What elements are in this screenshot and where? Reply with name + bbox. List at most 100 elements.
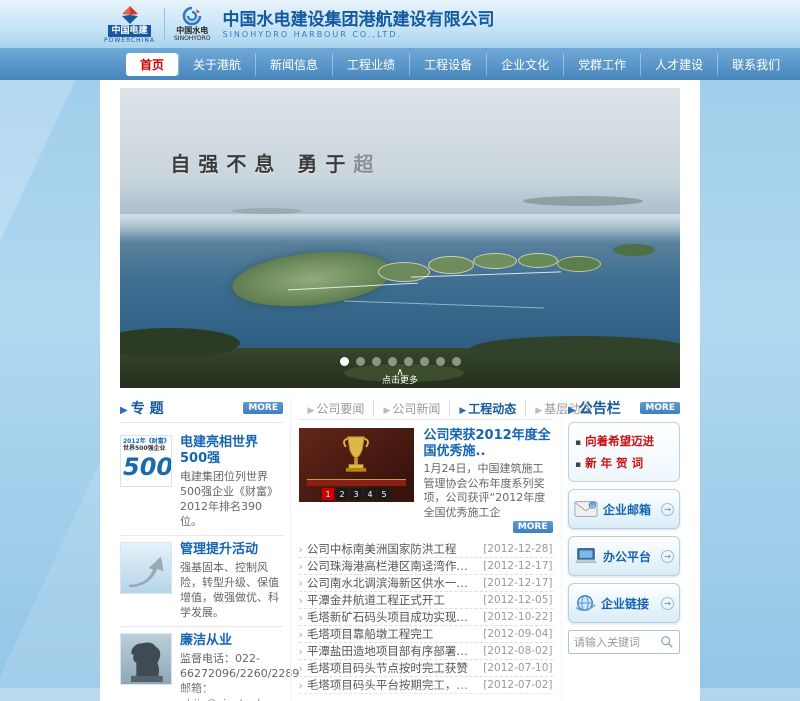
content-card: 自强不息 勇于超 ∧ 点击更多 ▶专 题 MORE 2012年《财富》 世界50… [100,80,700,701]
topics-header: ▶专 题 [120,398,164,418]
featured-more-button[interactable]: MORE [513,521,553,533]
bullet-icon: › [299,594,303,607]
news-item-title: 平潭金井航道工程正式开工 [307,592,477,608]
trophy-plaque [307,479,406,486]
marker-icon: ▶ [535,406,542,416]
pager-number[interactable]: 5 [378,488,390,500]
topic-title[interactable]: 管理提升活动 [180,542,283,558]
topic-title[interactable]: 廉洁从业 [180,633,283,649]
news-tabs: ▶公司要闻 ▶公司新闻 ▶工程动态 ▶基层动态 [299,398,553,420]
news-item[interactable]: › 平潭金井航道工程正式开工 [2012-12-05] [299,592,553,609]
search-input[interactable] [574,636,660,649]
news-tab[interactable]: ▶工程动态 [449,400,525,417]
pager-number[interactable]: 2 [336,488,348,500]
nav-item[interactable]: 首页 [126,53,178,76]
topic-text: 电建集团位列世界500强企业《财富》2012年排名390位。 [180,469,283,529]
topic-thumb-500[interactable]: 2012年《财富》 世界500强企业 500 [120,435,172,487]
columns-section: ▶专 题 MORE 2012年《财富》 世界500强企业 500 电建亮相世界5… [120,398,680,701]
banner-island [518,253,558,268]
banner-island [557,256,601,272]
news-item[interactable]: › 毛塔新矿石码头项目成功实现首次靠船卸货作.. [2012-10-22] [299,609,553,626]
announcement-header: ▶公告栏 [568,398,621,418]
divider [120,422,283,423]
featured-pager: 12345 [322,488,390,500]
marker-icon: ▶ [383,406,390,416]
enterprise-links-button[interactable]: 企业链接 → [568,583,680,623]
topic-item: 管理提升活动 强基固本、控制风险，转型升级、保值增值，做强做优、科学发展。 [120,536,283,627]
banner-slogan: 自强不息 勇于超 [170,148,381,177]
stone-lion-icon [124,636,168,684]
bullet-icon: › [299,662,303,675]
carousel-dot[interactable] [340,357,349,366]
banner-island [473,253,517,269]
nav-item[interactable]: 党群工作 [563,53,640,76]
carousel-dot[interactable] [388,357,397,366]
pager-number[interactable]: 1 [322,488,334,500]
site-title: 中国水电建设集团港航建设有限公司 [222,10,494,30]
carousel-dot[interactable] [420,357,429,366]
office-platform-button[interactable]: 办公平台 → [568,536,680,576]
carousel-dot[interactable] [436,357,445,366]
enterprise-mail-button[interactable]: @ 企业邮箱 → [568,489,680,529]
featured-news-title[interactable]: 公司荣获2012年度全国优秀施.. [424,428,553,460]
news-item[interactable]: › 公司南水北调滨海新区供水一期工程大管径长.. [2012-12-17] [299,575,553,592]
announcement-box: ▪向着希望迈进 ▪新 年 贺 词 [568,422,680,482]
carousel-dot[interactable] [404,357,413,366]
nav-item[interactable]: 联系我们 [717,53,794,76]
logo-divider [164,8,165,40]
thumb-500-big: 500 [123,452,169,482]
nav-item[interactable]: 新闻信息 [255,53,332,76]
search-box [568,630,680,654]
announcement-more-button[interactable]: MORE [640,402,680,414]
news-item[interactable]: › 毛塔项目码头节点按时完工获赞 [2012-07-10] [299,660,553,677]
powerchina-logo-sub: POWERCHINA [104,37,155,44]
carousel-dot[interactable] [372,357,381,366]
banner-island [232,208,302,214]
news-item[interactable]: › 平潭盐田造地项目部有序部署防台风工作 [2012-08-02] [299,643,553,660]
announcement-column: ▶公告栏 MORE ▪向着希望迈进 ▪新 年 贺 词 @ 企业邮箱 → [568,398,680,701]
laptop-icon [574,547,598,565]
globe-icon [574,593,596,613]
featured-news-text: 1月24日，中国建筑施工管理协会公布年度系列奖项，公司获评“2012年度全国优秀… [424,462,553,520]
site-subtitle: SINOHYDRO HARBOUR CO.,LTD. [222,30,494,39]
news-item[interactable]: › 公司珠海港高栏港区南迳湾作业区铁炉湾防波.. [2012-12-17] [299,558,553,575]
news-item-date: [2012-12-28] [483,543,552,555]
nav-item[interactable]: 工程业绩 [332,53,409,76]
sinohydro-swirl-icon [182,6,202,26]
news-item[interactable]: › 公司中标南美洲国家防洪工程 [2012-12-28] [299,541,553,558]
nav-items: 首页 关于港航 新闻信息 工程业绩 工程设备 企业文化 党群工作 人才建设 联系… [100,48,700,80]
topic-title[interactable]: 电建亮相世界500强 [180,435,283,467]
announcement-link[interactable]: ▪新 年 贺 词 [575,453,673,475]
nav-item[interactable]: 人才建设 [640,53,717,76]
featured-news-image[interactable]: 12345 [299,428,414,502]
nav-item[interactable]: 工程设备 [409,53,486,76]
news-item-date: [2012-12-17] [483,577,552,589]
powerchina-diamond-icon [120,5,140,25]
topics-more-button[interactable]: MORE [243,402,283,414]
news-item[interactable]: › 毛塔项目靠船墩工程完工 [2012-09-04] [299,626,553,643]
announcement-link[interactable]: ▪向着希望迈进 [575,431,673,453]
banner-more-button[interactable]: ∧ 点击更多 [120,369,680,386]
news-item-title: 毛塔新矿石码头项目成功实现首次靠船卸货作.. [307,609,477,625]
topic-thumb-arrow[interactable] [120,542,172,594]
topic-thumb-lion[interactable] [120,633,172,685]
search-icon[interactable] [660,635,674,649]
carousel-dot[interactable] [356,357,365,366]
pager-number[interactable]: 3 [350,488,362,500]
carousel-dot[interactable] [452,357,461,366]
bullet-icon: › [299,560,303,573]
nav-item[interactable]: 关于港航 [178,53,255,76]
news-tab[interactable]: ▶公司新闻 [373,400,449,417]
news-tab[interactable]: ▶公司要闻 [299,400,374,417]
hero-banner[interactable]: 自强不息 勇于超 ∧ 点击更多 [120,88,680,388]
nav-item[interactable]: 企业文化 [486,53,563,76]
topic-item: 2012年《财富》 世界500强企业 500 电建亮相世界500强 电建集团位列… [120,429,283,536]
sinohydro-logo: 中国水电 SINOHYDRO [174,6,210,42]
bullet-icon: › [299,628,303,641]
banner-island [378,262,430,282]
news-item-title: 公司珠海港高栏港区南迳湾作业区铁炉湾防波.. [307,558,477,574]
square-bullet-icon: ▪ [575,438,581,448]
bullet-icon: › [299,577,303,590]
pager-number[interactable]: 4 [364,488,376,500]
arrow-circle-icon: → [661,503,674,516]
